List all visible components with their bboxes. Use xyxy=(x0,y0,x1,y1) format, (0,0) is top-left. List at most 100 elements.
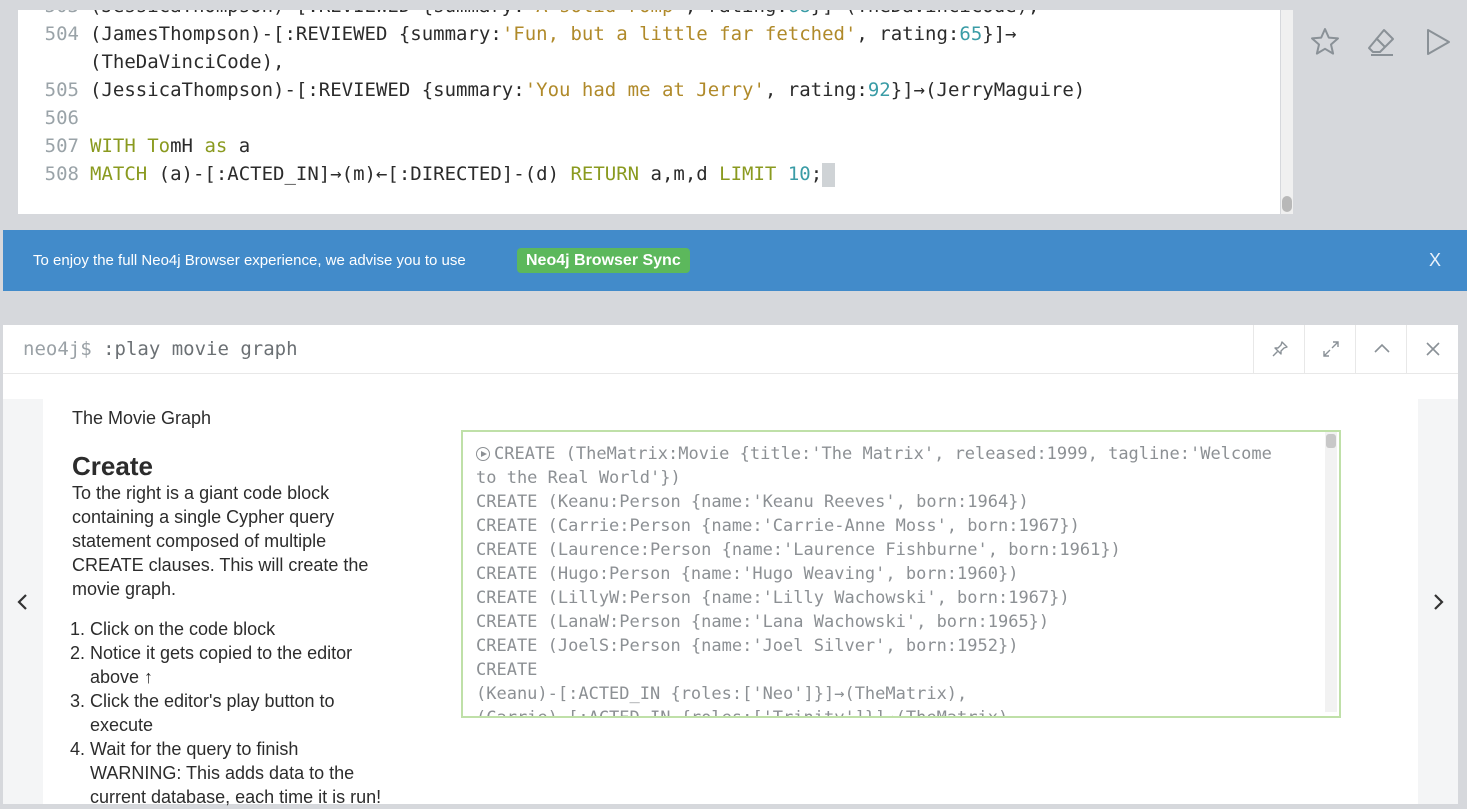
line-number: 506 xyxy=(44,107,79,129)
code-token: MATCH xyxy=(90,163,148,185)
code-block-line: CREATE (JoelS:Person {name:'Joel Silver'… xyxy=(476,636,1019,656)
result-frame: neo4j$ :play movie graph The Movie Graph… xyxy=(3,325,1458,807)
code-token: LIMIT xyxy=(719,163,777,185)
code-token: , rating: xyxy=(856,23,960,45)
chevron-right-icon xyxy=(1434,593,1444,610)
next-slide-button[interactable] xyxy=(1418,399,1458,804)
editor-line[interactable]: 507 WITH TomH as a xyxy=(18,132,1085,160)
code-token: 65 xyxy=(959,23,983,45)
guide-step: Wait for the query to finish WARNING: Thi… xyxy=(90,737,402,809)
favorite-button[interactable] xyxy=(1305,22,1345,62)
code-token: a xyxy=(227,135,251,157)
code-block-line: CREATE (LanaW:Person {name:'Lana Wachows… xyxy=(476,612,1050,632)
code-block-scrollbar[interactable] xyxy=(1325,432,1337,712)
frame-header: neo4j$ :play movie graph xyxy=(3,325,1458,374)
clear-editor-button[interactable] xyxy=(1361,22,1401,62)
collapse-button[interactable] xyxy=(1355,325,1407,373)
guide-step: Notice it gets copied to the editor abov… xyxy=(90,641,402,689)
code-token: }]→ xyxy=(982,23,1017,45)
editor-line[interactable]: (TheDaVinciCode), xyxy=(18,48,1085,76)
line-number: 507 xyxy=(44,135,79,157)
code-block-line: to the Real World'}) xyxy=(476,468,681,488)
guide-content: The Movie Graph Create To the right is a… xyxy=(72,405,402,809)
create-code-block[interactable]: CREATE (TheMatrix:Movie {title:'The Matr… xyxy=(461,430,1341,718)
editor-line[interactable]: 503(JessicaThompson)-[:REVIEWED {summary… xyxy=(18,10,1085,20)
code-block-line: CREATE xyxy=(476,660,538,680)
play-circle-icon xyxy=(476,447,490,461)
code-token: as xyxy=(204,135,228,157)
guide-title: The Movie Graph xyxy=(72,408,212,428)
guide-steps: Click on the code block Notice it gets c… xyxy=(72,617,402,809)
code-token: (a)-[:ACTED_IN]→(m)←[:DIRECTED]-(d) xyxy=(147,163,571,185)
editor-line[interactable]: 505 (JessicaThompson)-[:REVIEWED {summary… xyxy=(18,76,1086,104)
code-token: , rating: xyxy=(685,10,788,17)
editor-scroll-thumb[interactable] xyxy=(1282,196,1292,212)
editor-lines[interactable]: 503(JessicaThompson)-[:REVIEWED {summary… xyxy=(18,10,1085,188)
frame-query: :play movie graph xyxy=(103,338,298,360)
line-code: (JessicaThompson)-[:REVIEWED {summary:'A… xyxy=(90,10,1039,17)
code-token: a,m,d xyxy=(639,163,720,185)
guide-step-text: Wait for the query to finish xyxy=(90,739,299,759)
code-block-line: (Keanu)-[:ACTED_IN {roles:['Neo']}]→(The… xyxy=(476,684,968,704)
code-token: 92 xyxy=(867,79,891,101)
code-token: mH xyxy=(170,135,205,157)
code-token: }]→(TheDaVinciCode), xyxy=(811,10,1040,17)
line-code: WITH TomH as a xyxy=(90,135,250,157)
frame-prompt: neo4j$ xyxy=(23,338,92,360)
guide-intro: To the right is a giant code block conta… xyxy=(72,483,369,599)
line-code: MATCH (a)-[:ACTED_IN]→(m)←[:DIRECTED]-(d… xyxy=(90,162,836,187)
star-icon xyxy=(1311,28,1339,55)
line-code: (JessicaThompson)-[:REVIEWED {summary:'Y… xyxy=(90,79,1085,101)
code-token: }]→(JerryMaguire) xyxy=(890,79,1086,101)
code-token: (JessicaThompson)-[:REVIEWED {summary: xyxy=(90,10,525,17)
line-code: (TheDaVinciCode), xyxy=(90,51,284,73)
editor-line[interactable]: 506 xyxy=(18,104,1085,132)
previous-slide-button[interactable] xyxy=(3,399,43,804)
editor-scrollbar[interactable] xyxy=(1281,10,1293,214)
frame-command[interactable]: neo4j$ :play movie graph xyxy=(23,325,298,373)
code-block-line: CREATE (TheMatrix:Movie {title:'The Matr… xyxy=(494,444,1272,464)
code-token: 'A solid romp' xyxy=(525,10,685,17)
code-block-line: CREATE (LillyW:Person {name:'Lilly Wacho… xyxy=(476,588,1070,608)
code-token: 10 xyxy=(787,163,811,185)
expand-icon xyxy=(1322,341,1339,357)
code-block-line: CREATE (Keanu:Person {name:'Keanu Reeves… xyxy=(476,492,1029,512)
code-block-text[interactable]: CREATE (TheMatrix:Movie {title:'The Matr… xyxy=(463,432,1339,718)
fullscreen-button[interactable] xyxy=(1304,325,1356,373)
editor-line[interactable]: 504 (JamesThompson)-[:REVIEWED {summary:'… xyxy=(18,20,1085,48)
code-token: (JessicaThompson)-[:REVIEWED {summary: xyxy=(90,79,525,101)
code-token: 'You had me at Jerry' xyxy=(524,79,765,101)
code-block-line: (Carrie)-[:ACTED_IN {roles:['Trinity']}]… xyxy=(476,708,1019,718)
code-block-line: CREATE (Laurence:Person {name:'Laurence … xyxy=(476,540,1121,560)
pin-icon xyxy=(1272,341,1288,357)
code-token: WITH xyxy=(90,135,136,157)
code-token: RETURN xyxy=(570,163,640,185)
close-icon xyxy=(1425,342,1440,356)
guide-step: Click on the code block xyxy=(90,617,402,641)
line-number: 505 xyxy=(44,79,79,101)
chevron-left-icon xyxy=(17,593,27,610)
guide-step: Click the editor's play button to execut… xyxy=(90,689,402,737)
text-cursor xyxy=(822,162,836,187)
play-icon xyxy=(1427,29,1450,55)
guide-warning: WARNING: This adds data to the current d… xyxy=(90,763,382,807)
code-block-scroll-thumb[interactable] xyxy=(1326,434,1336,448)
eraser-icon xyxy=(1368,29,1394,56)
banner-text: To enjoy the full Neo4j Browser experien… xyxy=(33,252,466,269)
banner-close-button[interactable]: X xyxy=(1429,230,1441,291)
chevron-up-icon xyxy=(1373,343,1390,353)
code-token: (TheDaVinciCode), xyxy=(90,51,285,73)
query-editor[interactable]: 503(JessicaThompson)-[:REVIEWED {summary… xyxy=(18,10,1280,214)
code-token: 'Fun, but a little far fetched' xyxy=(501,23,857,45)
editor-line[interactable]: 508 MATCH (a)-[:ACTED_IN]→(m)←[:DIRECTED]… xyxy=(18,160,1085,188)
code-token: (JamesThompson)-[:REVIEWED {summary: xyxy=(90,23,502,45)
browser-sync-button[interactable]: Neo4j Browser Sync xyxy=(517,248,690,273)
close-frame-button[interactable] xyxy=(1406,325,1458,373)
guide-heading: Create xyxy=(72,451,153,481)
code-token: To xyxy=(147,135,171,157)
code-token: , rating: xyxy=(764,79,868,101)
pin-button[interactable] xyxy=(1253,325,1305,373)
run-button[interactable] xyxy=(1417,22,1457,62)
